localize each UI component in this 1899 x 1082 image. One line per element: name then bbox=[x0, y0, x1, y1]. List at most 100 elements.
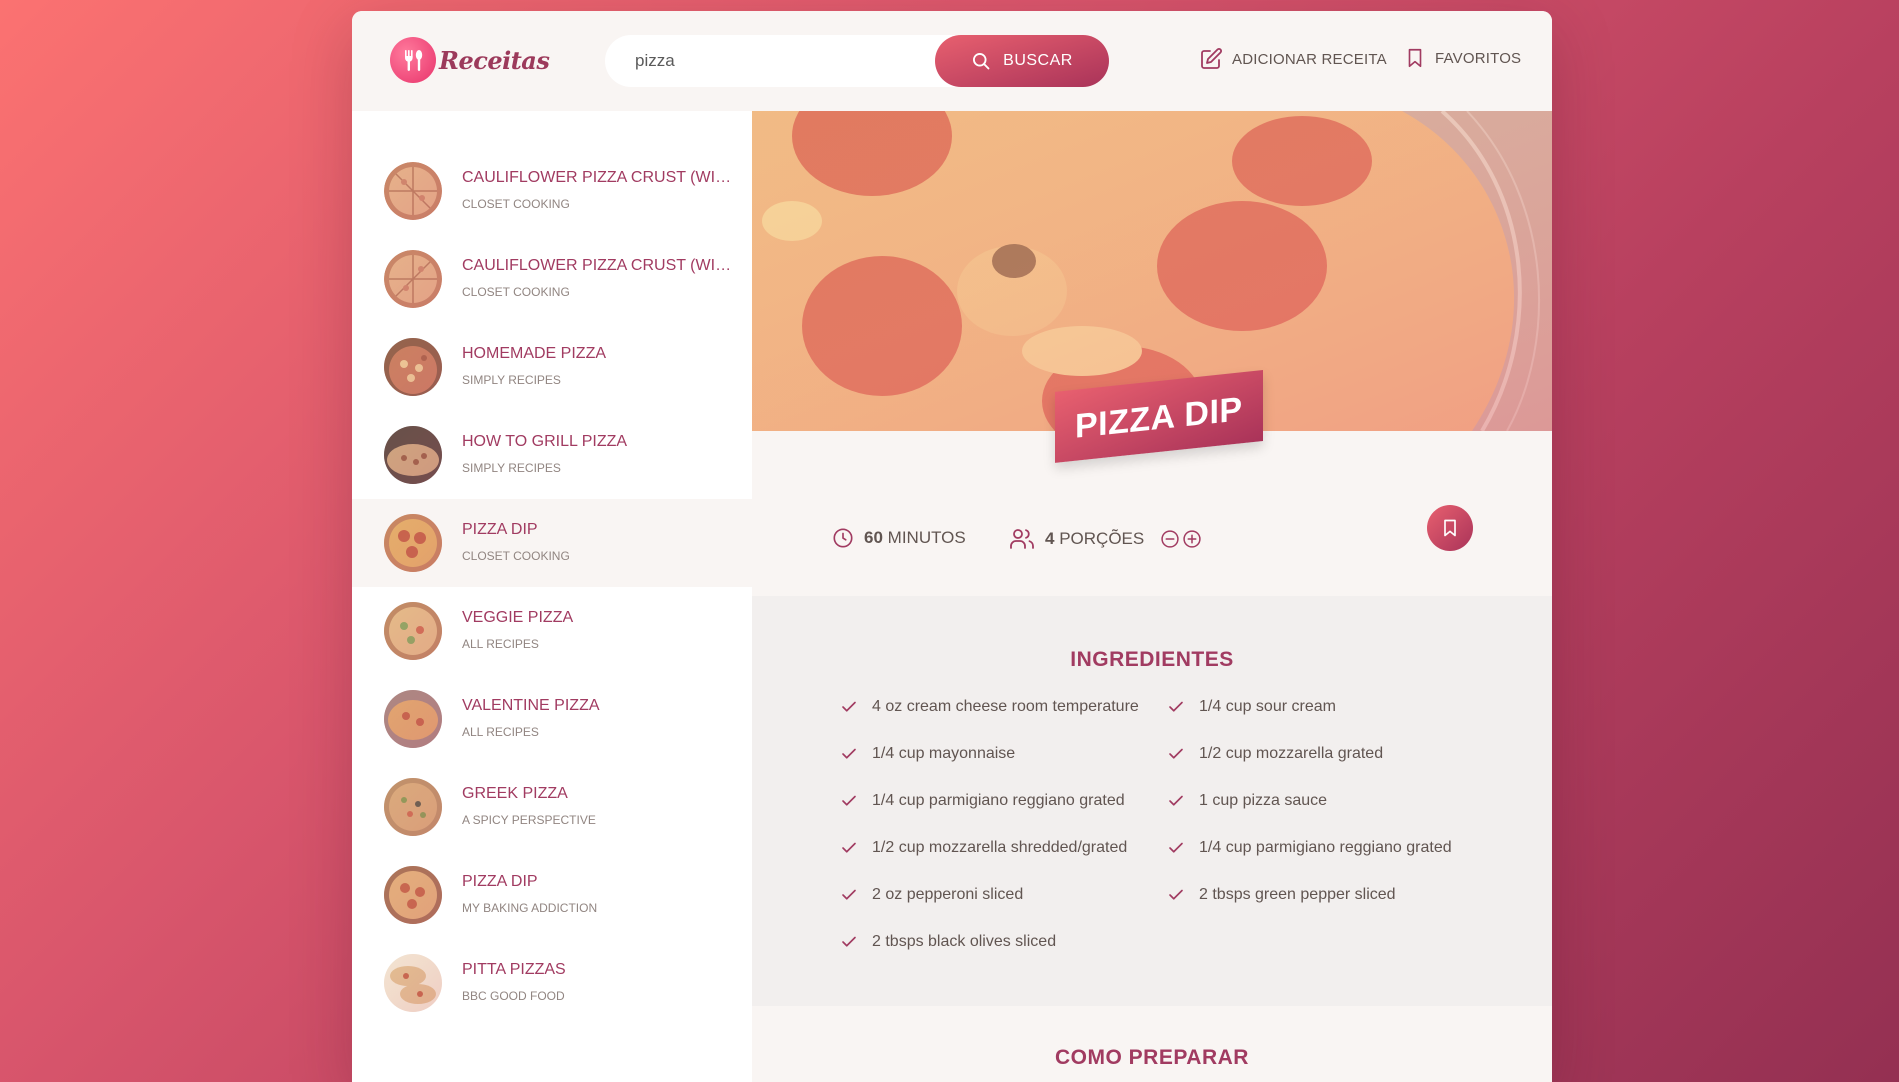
users-icon bbox=[1010, 529, 1034, 549]
ingredient-text: 1/4 cup sour cream bbox=[1199, 698, 1336, 715]
bookmark-icon bbox=[1408, 48, 1422, 68]
result-publisher: Closet Cooking bbox=[462, 549, 570, 563]
result-title: Veggie Pizza bbox=[462, 609, 574, 626]
ingredient-text: 2 tbsps black olives sliced bbox=[872, 933, 1057, 950]
decrease-servings-icon[interactable] bbox=[1160, 529, 1180, 549]
search-result-item[interactable]: Cauliflower Pizza Crust (with BBQ Chicke… bbox=[352, 147, 752, 235]
result-title: Homemade Pizza bbox=[462, 345, 607, 362]
ingredient-item: 2 oz pepperoni sliced bbox=[840, 886, 1023, 904]
favorites-label: Favoritos bbox=[1435, 49, 1522, 67]
servings: 4 porções bbox=[1009, 527, 1202, 551]
ingredient-item: 4 oz cream cheese room temperature bbox=[840, 698, 1139, 716]
logo-text: Receitas bbox=[439, 45, 550, 75]
search-result-item[interactable]: Greek Pizza A Spicy Perspective bbox=[352, 763, 752, 851]
check-icon bbox=[1169, 842, 1183, 853]
ingredient-item: 1/2 cup mozzarella grated bbox=[1167, 745, 1383, 763]
favorites-button[interactable]: Favoritos bbox=[1404, 47, 1521, 69]
clock-icon bbox=[833, 528, 853, 548]
check-icon bbox=[842, 842, 856, 853]
search-result-item[interactable]: Valentine Pizza All Recipes bbox=[352, 675, 752, 763]
ingredient-text: 1/2 cup mozzarella grated bbox=[1199, 745, 1384, 762]
servings-unit: porções bbox=[1059, 529, 1145, 548]
check-icon bbox=[1169, 701, 1183, 712]
directions-heading: Como preparar bbox=[1055, 1046, 1249, 1069]
ingredient-item: 2 tbsps green pepper sliced bbox=[1167, 886, 1396, 904]
ingredient-text: 1/4 cup parmigiano reggiano grated bbox=[872, 792, 1125, 809]
ingredient-item: 1/4 cup mayonnaise bbox=[840, 745, 1015, 763]
result-title: Greek Pizza bbox=[462, 785, 568, 802]
result-publisher: A Spicy Perspective bbox=[462, 813, 596, 827]
ingredient-item: 1/4 cup parmigiano reggiano grated bbox=[840, 792, 1125, 810]
check-icon bbox=[842, 795, 856, 806]
ingredient-text: 2 tbsps green pepper sliced bbox=[1199, 886, 1396, 903]
search-result-item[interactable]: Pizza Dip My Baking Addiction bbox=[352, 851, 752, 939]
recipe-thumbnail bbox=[384, 690, 442, 748]
recipe-thumbnail bbox=[384, 162, 442, 220]
cooking-time-value: 60 bbox=[864, 528, 883, 547]
result-title: How to Grill Pizza bbox=[462, 433, 628, 450]
result-title: Pitta Pizzas bbox=[462, 961, 566, 978]
ingredient-item: 1/4 cup sour cream bbox=[1167, 698, 1336, 716]
result-publisher: Simply Recipes bbox=[462, 373, 561, 387]
recipe-thumbnail bbox=[384, 602, 442, 660]
search-button[interactable]: Buscar bbox=[935, 35, 1109, 87]
cooking-time-unit: minutos bbox=[887, 528, 966, 547]
result-title: Valentine Pizza bbox=[462, 697, 600, 714]
ingredients-section: Ingredientes 4 oz cream cheese room temp… bbox=[752, 596, 1552, 1006]
increase-servings-icon[interactable] bbox=[1182, 529, 1202, 549]
result-publisher: All Recipes bbox=[462, 637, 539, 651]
search-result-item[interactable]: Veggie Pizza All Recipes bbox=[352, 587, 752, 675]
ingredient-text: 4 oz cream cheese room temperature bbox=[872, 698, 1139, 715]
bookmark-icon bbox=[1444, 519, 1456, 537]
ingredient-item: 2 tbsps black olives sliced bbox=[840, 933, 1056, 951]
ingredient-item: 1/2 cup mozzarella shredded/grated bbox=[840, 839, 1127, 857]
result-title: Cauliflower Pizza Crust (with BBQ Chicke… bbox=[462, 257, 732, 274]
recipe-thumbnail bbox=[384, 338, 442, 396]
result-publisher: Simply Recipes bbox=[462, 461, 561, 475]
check-icon bbox=[842, 936, 856, 947]
result-publisher: Closet Cooking bbox=[462, 285, 570, 299]
result-publisher: All Recipes bbox=[462, 725, 539, 739]
search-result-item[interactable]: How to Grill Pizza Simply Recipes bbox=[352, 411, 752, 499]
search-results: Cauliflower Pizza Crust (with BBQ Chicke… bbox=[352, 111, 752, 1082]
servings-value: 4 bbox=[1045, 529, 1055, 548]
result-title: Cauliflower Pizza Crust (with BBQ Chicke… bbox=[462, 169, 732, 186]
ingredients-heading: Ingredientes bbox=[1070, 648, 1234, 671]
header: Receitas Buscar Adicionar receita Favori… bbox=[352, 11, 1552, 111]
check-icon bbox=[1169, 748, 1183, 759]
logo[interactable]: Receitas bbox=[390, 37, 550, 83]
app-container: Receitas Buscar Adicionar receita Favori… bbox=[352, 11, 1552, 1082]
recipe-thumbnail bbox=[384, 778, 442, 836]
result-publisher: BBC Good Food bbox=[462, 989, 565, 1003]
recipe-thumbnail bbox=[384, 514, 442, 572]
result-publisher: My Baking Addiction bbox=[462, 901, 598, 915]
search-result-item[interactable]: Homemade Pizza Simply Recipes bbox=[352, 323, 752, 411]
cooking-time: 60 minutos bbox=[832, 527, 966, 549]
recipe-thumbnail bbox=[384, 866, 442, 924]
add-recipe-button[interactable]: Adicionar receita bbox=[1199, 47, 1387, 71]
recipe-thumbnail bbox=[384, 426, 442, 484]
ingredient-text: 1/2 cup mozzarella shredded/grated bbox=[872, 839, 1128, 856]
check-icon bbox=[842, 748, 856, 759]
result-publisher: Closet Cooking bbox=[462, 197, 570, 211]
result-title: Pizza Dip bbox=[462, 873, 538, 890]
edit-icon bbox=[1201, 48, 1222, 69]
search-input[interactable] bbox=[635, 35, 935, 87]
check-icon bbox=[842, 889, 856, 900]
search-result-item[interactable]: Cauliflower Pizza Crust (with BBQ Chicke… bbox=[352, 235, 752, 323]
recipe-thumbnail bbox=[384, 250, 442, 308]
ingredient-text: 1/4 cup mayonnaise bbox=[872, 745, 1016, 762]
search-result-item-active[interactable]: Pizza Dip Closet Cooking bbox=[352, 499, 752, 587]
bookmark-button[interactable] bbox=[1427, 505, 1473, 551]
ingredient-text: 2 oz pepperoni sliced bbox=[872, 886, 1024, 903]
recipe-thumbnail bbox=[384, 954, 442, 1012]
search-icon bbox=[973, 53, 990, 70]
result-title: Pizza Dip bbox=[462, 521, 538, 538]
ingredient-text: 1 cup pizza sauce bbox=[1199, 792, 1328, 809]
ingredient-item: 1 cup pizza sauce bbox=[1167, 792, 1327, 810]
search-result-item[interactable]: Pitta Pizzas BBC Good Food bbox=[352, 939, 752, 1027]
check-icon bbox=[1169, 889, 1183, 900]
ingredient-item: 1/4 cup parmigiano reggiano grated bbox=[1167, 839, 1452, 857]
cutlery-icon bbox=[390, 37, 436, 83]
check-icon bbox=[1169, 795, 1183, 806]
